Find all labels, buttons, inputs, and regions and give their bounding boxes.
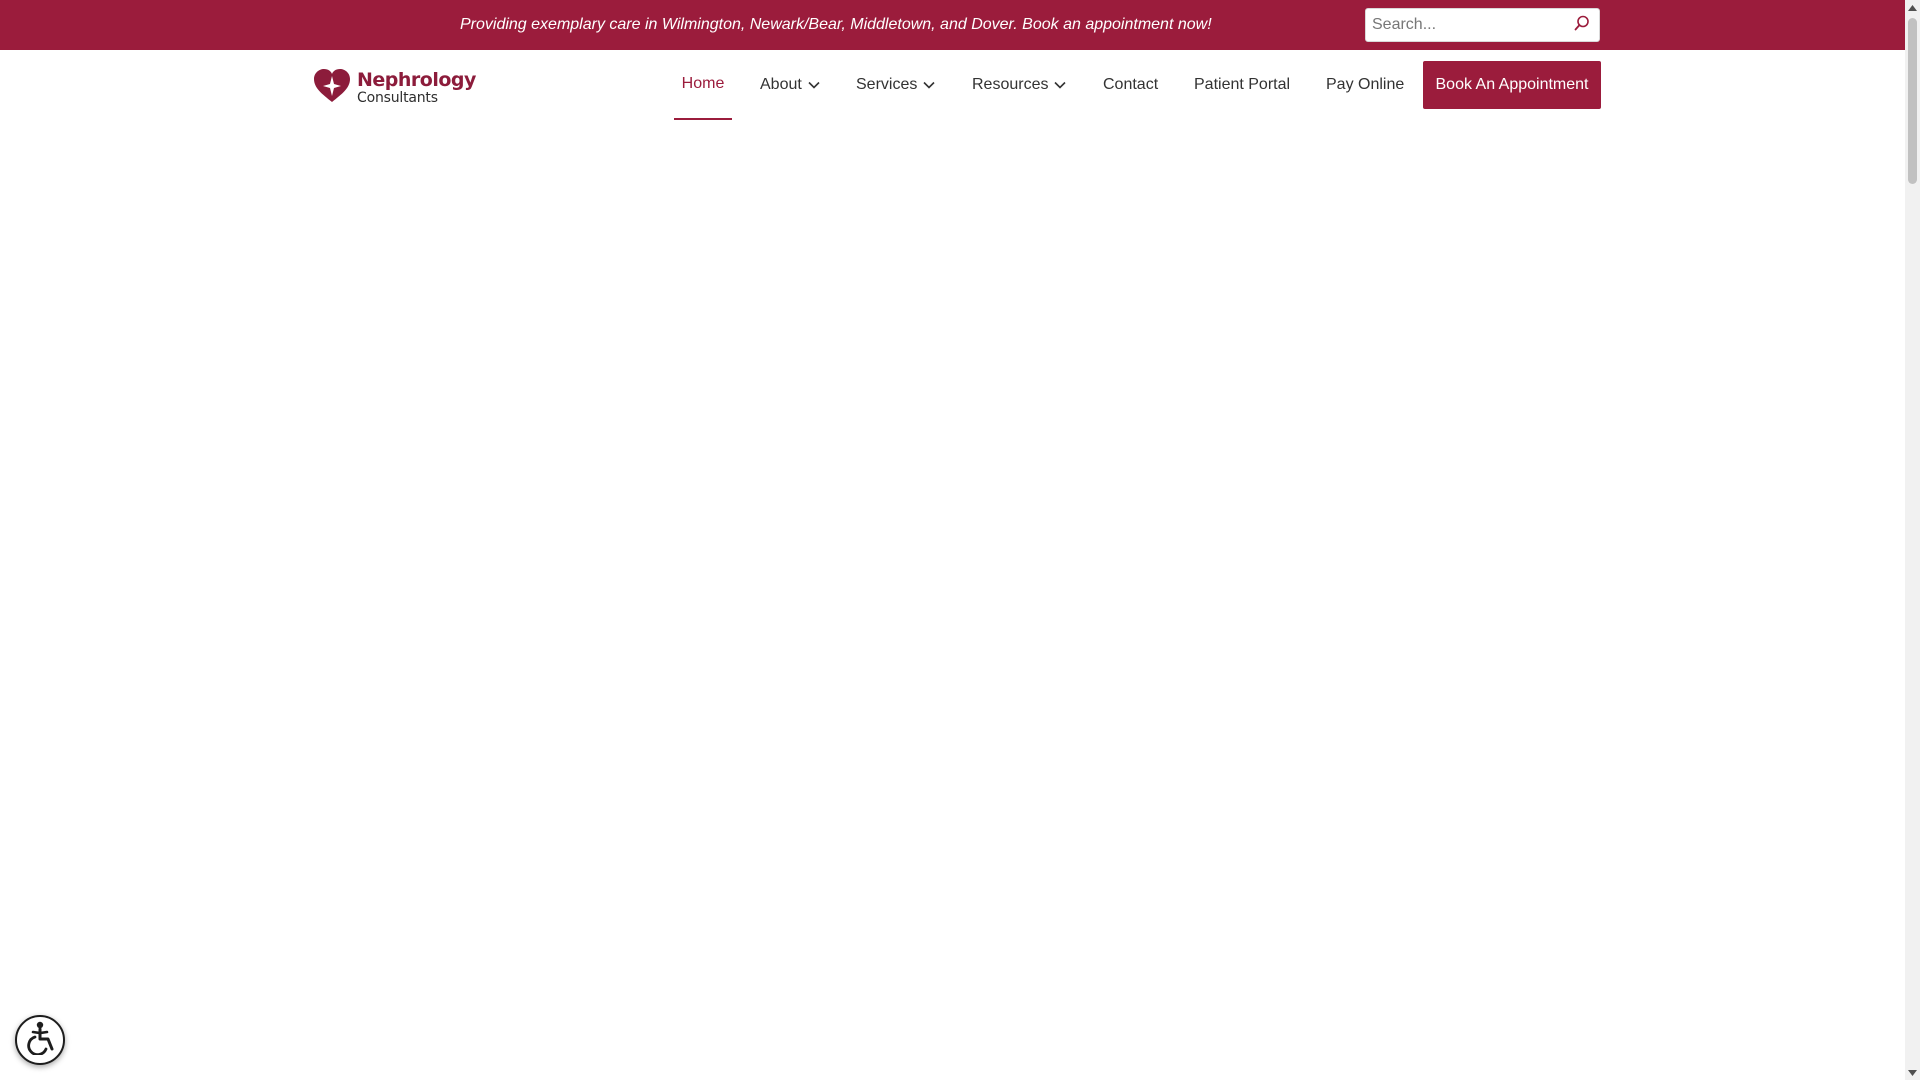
- nav-item-about[interactable]: About: [760, 50, 820, 120]
- nav-label: About: [760, 76, 802, 93]
- nav-item-patient-portal[interactable]: Patient Portal: [1194, 50, 1290, 120]
- search-input[interactable]: [1366, 9, 1566, 41]
- nav-label: Resources: [972, 76, 1049, 93]
- search-box: [1365, 8, 1600, 42]
- chevron-down-icon: [923, 81, 935, 89]
- top-announcement-bar: Providing exemplary care in Wilmington, …: [0, 0, 1905, 50]
- accessibility-button[interactable]: [15, 1015, 65, 1065]
- accessibility-icon: [24, 1021, 56, 1060]
- book-appointment-button[interactable]: Book An Appointment: [1423, 61, 1601, 109]
- scrollbar-thumb[interactable]: [1908, 18, 1917, 184]
- search-button[interactable]: [1569, 13, 1595, 37]
- nav-label: Pay Online: [1326, 76, 1405, 93]
- nav-item-contact[interactable]: Contact: [1103, 50, 1158, 120]
- nav-item-resources[interactable]: Resources: [972, 50, 1067, 120]
- nav-label: Patient Portal: [1194, 76, 1291, 93]
- chevron-down-icon: [1054, 81, 1067, 89]
- search-icon: [1574, 15, 1590, 36]
- main-navigation: Home About Services Resources Contact Pa…: [0, 50, 1905, 120]
- scroll-up-arrow-icon[interactable]: [1905, 0, 1920, 15]
- announcement-message: Providing exemplary care in Wilmington, …: [460, 16, 1212, 33]
- nav-label: Services: [856, 76, 918, 93]
- scroll-down-arrow-icon[interactable]: [1905, 1065, 1920, 1080]
- nav-label: Home: [681, 75, 725, 92]
- vertical-scrollbar[interactable]: [1905, 0, 1920, 1080]
- site-header: Nephrology Consultants Home About Servic…: [0, 50, 1905, 120]
- nav-item-pay-online[interactable]: Pay Online: [1326, 50, 1404, 120]
- nav-item-home[interactable]: Home: [674, 50, 732, 120]
- nav-item-services[interactable]: Services: [856, 50, 935, 120]
- chevron-down-icon: [808, 81, 820, 89]
- nav-label: Contact: [1103, 76, 1159, 93]
